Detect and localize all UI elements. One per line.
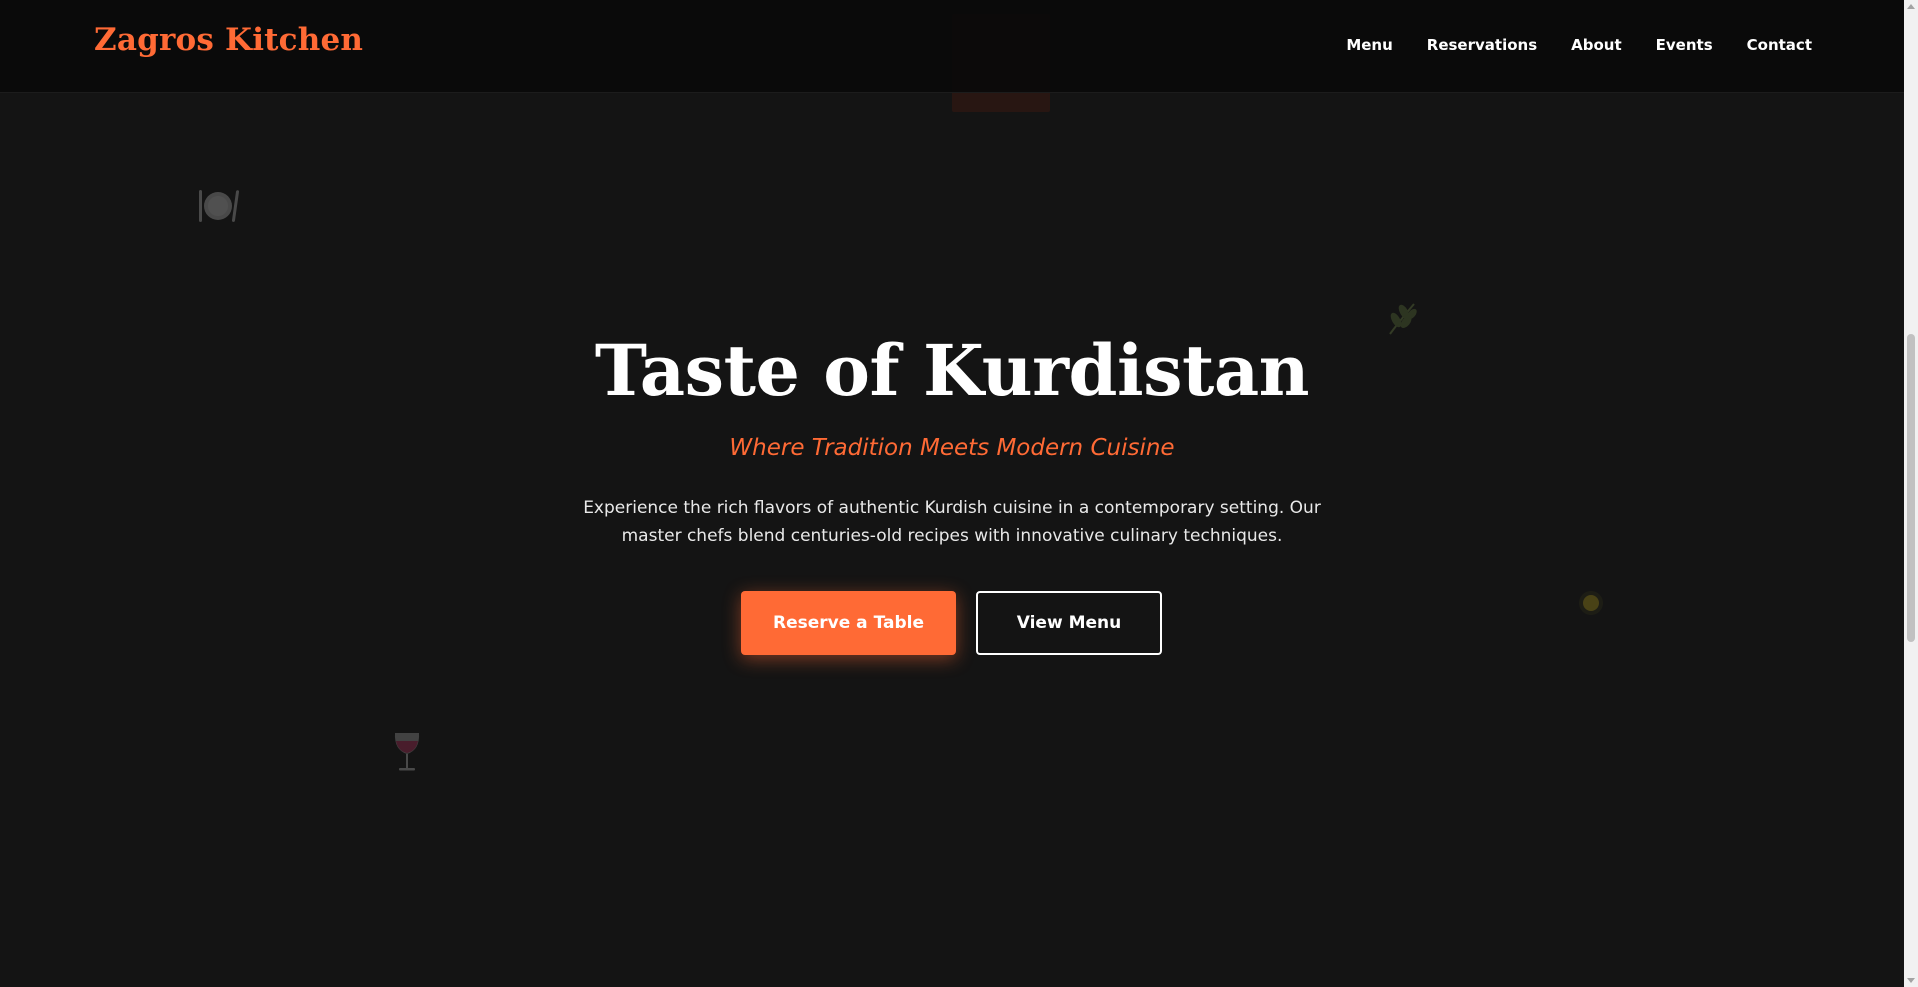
nav-link-reservations[interactable]: Reservations <box>1427 36 1537 54</box>
nav-links: Menu Reservations About Events Contact <box>1346 36 1812 54</box>
wine-glass-icon <box>394 733 420 771</box>
reserve-table-button[interactable]: Reserve a Table <box>741 591 956 655</box>
hero-description: Experience the rich flavors of authentic… <box>583 498 1321 546</box>
hero-title: Taste of Kurdistan <box>594 329 1310 412</box>
view-menu-button[interactable]: View Menu <box>976 591 1162 655</box>
page: Zagros Kitchen Menu Reservations About E… <box>0 0 1918 987</box>
nav-link-contact[interactable]: Contact <box>1747 36 1812 54</box>
nav-link-events[interactable]: Events <box>1656 36 1713 54</box>
scrollbar-thumb[interactable] <box>1907 334 1915 642</box>
vertical-scrollbar[interactable] <box>1904 0 1918 987</box>
scroll-up-arrow-icon[interactable] <box>1907 4 1915 9</box>
logo[interactable]: Zagros Kitchen <box>94 22 363 58</box>
navbar: Zagros Kitchen Menu Reservations About E… <box>0 0 1904 93</box>
lemon-icon <box>1579 591 1603 615</box>
nav-link-about[interactable]: About <box>1571 36 1622 54</box>
nav-link-menu[interactable]: Menu <box>1346 36 1392 54</box>
scroll-down-arrow-icon[interactable] <box>1907 978 1915 983</box>
viewport: Zagros Kitchen Menu Reservations About E… <box>0 0 1904 987</box>
plate-cutlery-icon <box>199 190 240 222</box>
hero-subtitle: Where Tradition Meets Modern Cuisine <box>729 435 1175 461</box>
